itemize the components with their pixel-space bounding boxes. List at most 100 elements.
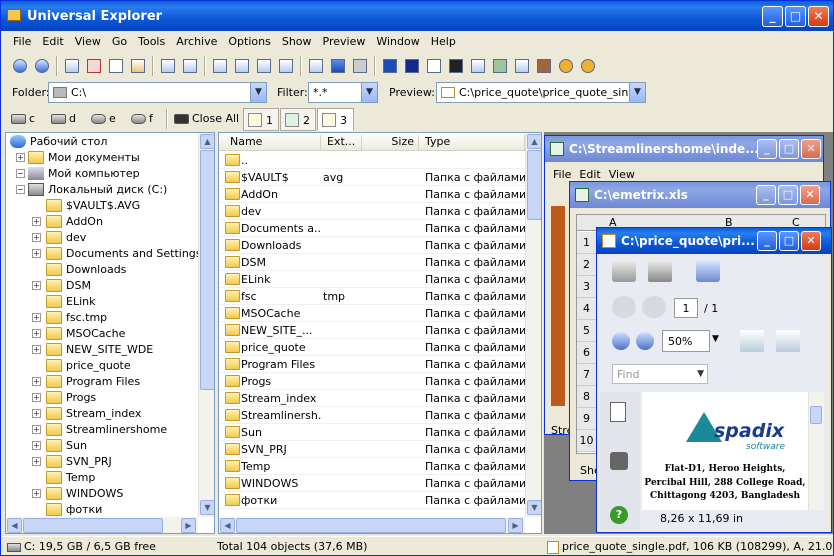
file-list[interactable]: Name Ext... Size Type .. $VAULT$ avg Папка …: [218, 132, 542, 534]
forward-icon[interactable]: [32, 56, 52, 76]
archive-icon[interactable]: [534, 56, 554, 76]
tab-2[interactable]: 2: [280, 108, 316, 131]
menu-show[interactable]: Show: [276, 33, 317, 48]
close-button[interactable]: ✕: [800, 185, 820, 205]
tab-3[interactable]: 3: [317, 108, 354, 131]
file-row[interactable]: Program Files Папка с файлами: [219, 356, 541, 373]
back-icon[interactable]: [10, 56, 30, 76]
tree-item[interactable]: + Мои документы: [6, 150, 196, 166]
preview-icon[interactable]: [328, 56, 348, 76]
scroll-thumb[interactable]: [527, 150, 541, 220]
close-button[interactable]: ✕: [808, 6, 829, 27]
menu-go[interactable]: Go: [106, 33, 132, 48]
expand-icon[interactable]: +: [32, 217, 41, 226]
tree-item[interactable]: + AddOn: [6, 214, 196, 230]
scroll-up-icon[interactable]: ▲: [527, 134, 541, 149]
tab-1[interactable]: 1: [243, 108, 279, 131]
minimize-button[interactable]: _: [762, 6, 783, 27]
column-size[interactable]: Size: [363, 135, 419, 151]
scroll-right-icon[interactable]: ▶: [508, 518, 523, 533]
view-details-icon[interactable]: [276, 56, 296, 76]
drive-d-button[interactable]: d: [47, 109, 80, 129]
text-tool-icon[interactable]: [380, 56, 400, 76]
menu-preview[interactable]: Preview: [317, 33, 371, 48]
collapse-icon[interactable]: −: [16, 169, 25, 178]
share-icon[interactable]: [696, 260, 720, 282]
tree-vscroll[interactable]: ▲ ▼: [198, 133, 214, 517]
scroll-down-icon[interactable]: ▼: [527, 500, 541, 515]
zoom-out-icon[interactable]: [612, 332, 630, 350]
mask-icon[interactable]: [556, 56, 576, 76]
tree-item[interactable]: Рабочий стол: [6, 134, 196, 150]
file-row[interactable]: MSOCache Папка с файлами: [219, 305, 541, 322]
zoom-input[interactable]: 50%: [662, 330, 710, 352]
expand-icon[interactable]: +: [32, 329, 41, 338]
menu-edit[interactable]: Edit: [36, 33, 68, 48]
file-row[interactable]: price_quote Папка с файлами: [219, 339, 541, 356]
properties-icon[interactable]: [158, 56, 178, 76]
fit-width-icon[interactable]: [740, 330, 764, 352]
tree-item[interactable]: + Documents and Settings: [6, 246, 202, 262]
column-ext[interactable]: Ext...: [322, 135, 362, 151]
expand-icon[interactable]: +: [32, 249, 41, 258]
rename-icon[interactable]: [180, 56, 200, 76]
hex-icon[interactable]: [402, 56, 422, 76]
tree-item[interactable]: Temp: [6, 470, 196, 486]
filter-combo[interactable]: *.* ▼: [308, 82, 378, 103]
menu-view[interactable]: View: [69, 33, 106, 48]
tree-item[interactable]: + NEW_SITE_WDE: [6, 342, 196, 358]
tree-item[interactable]: ELink: [6, 294, 196, 310]
cut-icon[interactable]: [84, 56, 104, 76]
chevron-down-icon[interactable]: ▼: [697, 369, 704, 379]
book-icon[interactable]: [490, 56, 510, 76]
view-list-icon[interactable]: [254, 56, 274, 76]
drive-e-button[interactable]: e: [87, 109, 120, 129]
network-icon[interactable]: [350, 56, 370, 76]
folder-tree[interactable]: Рабочий стол + Мои документы − Мой компьютер…: [5, 132, 215, 534]
expand-icon[interactable]: +: [16, 153, 25, 162]
zoom-in-icon[interactable]: [636, 332, 654, 350]
close-all-button[interactable]: Close All: [170, 109, 243, 129]
copy-icon[interactable]: [106, 56, 126, 76]
file-row[interactable]: Sun Папка с файлами: [219, 424, 541, 441]
scroll-thumb[interactable]: [810, 406, 822, 424]
file-row[interactable]: Temp Папка с файлами: [219, 458, 541, 475]
mdi-title-bar[interactable]: C:\price_quote\pri... _ □ ✕: [597, 228, 831, 254]
maximize-button[interactable]: □: [779, 139, 799, 159]
file-row[interactable]: WINDOWS Папка с файлами: [219, 475, 541, 492]
collapse-icon[interactable]: −: [16, 185, 25, 194]
file-row[interactable]: фотки Папка с файлами: [219, 492, 541, 509]
expand-icon[interactable]: +: [32, 409, 41, 418]
column-name[interactable]: Name: [225, 135, 321, 151]
expand-icon[interactable]: +: [32, 425, 41, 434]
menu-window[interactable]: Window: [370, 33, 424, 48]
notepad-icon[interactable]: [424, 56, 444, 76]
maximize-button[interactable]: □: [778, 185, 798, 205]
menu-view[interactable]: View: [609, 168, 635, 181]
file-row[interactable]: NEW_SITE_... Папка с файлами: [219, 322, 541, 339]
menu-file[interactable]: File: [553, 168, 571, 181]
file-row[interactable]: AddOn Папка с файлами: [219, 186, 541, 203]
menu-edit[interactable]: Edit: [579, 168, 600, 181]
glasses-icon[interactable]: [578, 56, 598, 76]
tree-item[interactable]: + MSOCache: [6, 326, 196, 342]
chevron-down-icon[interactable]: ▼: [361, 83, 377, 102]
paste-icon[interactable]: [128, 56, 148, 76]
print-icon[interactable]: [612, 260, 636, 282]
file-row[interactable]: ..: [219, 152, 541, 169]
next-page-icon[interactable]: [642, 296, 666, 318]
scroll-thumb[interactable]: [23, 518, 163, 533]
list-tool-icon[interactable]: [446, 56, 466, 76]
file-row[interactable]: Stream_index Папка с файлами: [219, 390, 541, 407]
tree-item[interactable]: + Stream_index: [6, 406, 196, 422]
expand-icon[interactable]: +: [32, 281, 41, 290]
menu-help[interactable]: Help: [425, 33, 461, 48]
file-row[interactable]: Progs Папка с файлами: [219, 373, 541, 390]
scroll-thumb[interactable]: [236, 518, 506, 533]
scroll-thumb[interactable]: [200, 150, 214, 390]
scroll-up-icon[interactable]: ▲: [200, 134, 214, 149]
expand-icon[interactable]: +: [32, 393, 41, 402]
tree-item[interactable]: фотки: [6, 502, 196, 518]
preview-combo[interactable]: C:\price_quote\price_quote_single ▼: [436, 82, 646, 103]
file-row[interactable]: fsc tmp Папка с файлами: [219, 288, 541, 305]
